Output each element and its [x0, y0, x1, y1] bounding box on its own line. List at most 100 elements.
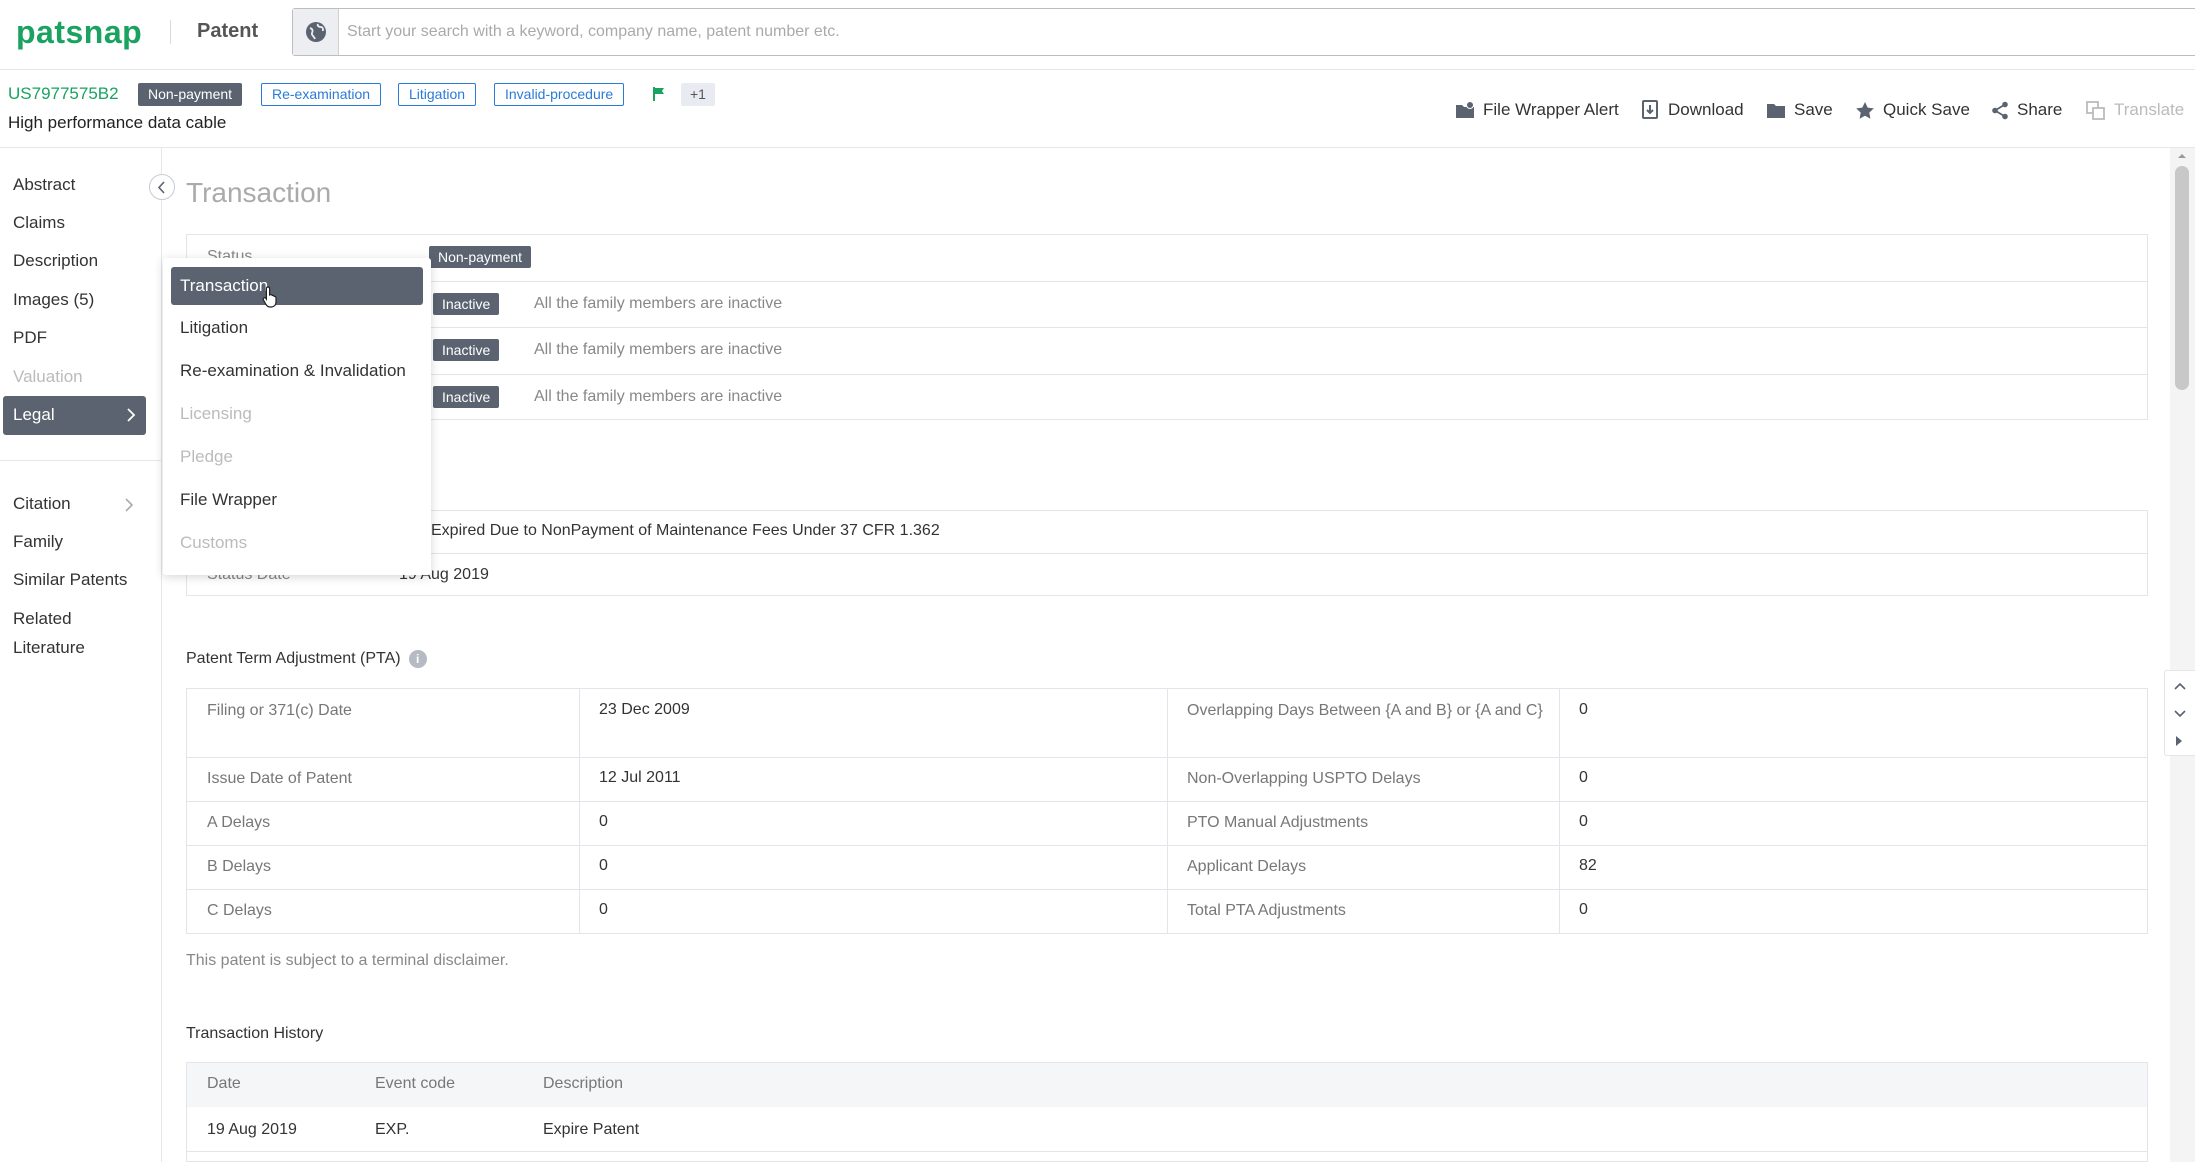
- pta-divider: [187, 845, 2147, 846]
- section-sidebar: Abstract Claims Description Images (5) P…: [0, 148, 162, 1162]
- pta-table: Filing or 371(c) Date 23 Dec 2009 Overla…: [186, 688, 2148, 934]
- status-badge-non-payment[interactable]: Non-payment: [138, 83, 242, 106]
- patent-title: High performance data cable: [8, 113, 226, 133]
- main-content: Transaction Status Non-payment Inactive …: [162, 148, 2162, 1162]
- download-icon: [1642, 100, 1660, 120]
- pta-divider: [1167, 689, 1168, 933]
- menu-item-file-wrapper[interactable]: File Wrapper: [163, 481, 431, 517]
- translate-label: Translate: [2114, 100, 2184, 120]
- pta-value: 0: [1579, 901, 1588, 919]
- sidebar-item-related[interactable]: Related: [13, 609, 72, 629]
- chevron-up-icon[interactable]: [2174, 681, 2186, 691]
- chevron-right-icon[interactable]: [124, 497, 134, 513]
- status-row: Status Non-payment: [187, 235, 2147, 281]
- family-status-row: Inactive All the family members are inac…: [187, 327, 2147, 374]
- top-bar: patsnap Patent: [0, 0, 2195, 70]
- flag-icon[interactable]: [652, 86, 666, 107]
- badge-litigation[interactable]: Litigation: [398, 83, 476, 106]
- uspto-status-table: Expired Due to NonPayment of Maintenance…: [186, 510, 2148, 596]
- menu-item-transaction[interactable]: Transaction: [171, 267, 423, 305]
- patent-header: US7977575B2 Non-payment Re-examination L…: [0, 70, 2195, 148]
- menu-item-pledge[interactable]: Pledge: [163, 438, 431, 474]
- folder-icon: [1766, 102, 1786, 119]
- sidebar-item-description[interactable]: Description: [13, 251, 98, 271]
- info-icon[interactable]: i: [409, 650, 427, 668]
- inactive-text: All the family members are inactive: [534, 388, 782, 406]
- status-value-badge: Non-payment: [429, 246, 531, 268]
- inactive-badge: Inactive: [433, 339, 499, 361]
- menu-item-reexamination-invalidation[interactable]: Re-examination & Invalidation: [163, 352, 431, 388]
- download-label: Download: [1668, 100, 1744, 120]
- page-title: Transaction: [186, 177, 331, 209]
- badge-re-examination[interactable]: Re-examination: [261, 83, 381, 106]
- status-table: Status Non-payment Inactive All the fami…: [186, 234, 2148, 420]
- sidebar-item-citation[interactable]: Citation: [13, 494, 71, 514]
- pta-divider: [1559, 689, 1560, 933]
- terminal-disclaimer-note: This patent is subject to a terminal dis…: [186, 952, 509, 970]
- quick-save-button[interactable]: Quick Save: [1855, 98, 1970, 122]
- patsnap-logo[interactable]: patsnap: [16, 14, 142, 51]
- family-status-row: Inactive All the family members are inac…: [187, 374, 2147, 420]
- sidebar-item-images[interactable]: Images (5): [13, 290, 94, 310]
- patent-number[interactable]: US7977575B2: [8, 84, 119, 104]
- alert-folder-icon: [1455, 101, 1475, 119]
- play-right-icon[interactable]: [2174, 735, 2184, 747]
- download-button[interactable]: Download: [1642, 98, 1744, 122]
- translate-icon: [2086, 101, 2106, 120]
- column-event-code: Event code: [375, 1075, 455, 1093]
- sidebar-item-abstract[interactable]: Abstract: [13, 175, 75, 195]
- menu-item-label: File Wrapper: [180, 490, 277, 510]
- file-wrapper-alert-label: File Wrapper Alert: [1483, 100, 1619, 120]
- pta-title: Patent Term Adjustment (PTA) i: [186, 650, 427, 668]
- scrollbar-thumb[interactable]: [2175, 166, 2189, 390]
- globe-icon[interactable]: [293, 9, 339, 55]
- menu-item-licensing[interactable]: Licensing: [163, 395, 431, 431]
- share-label: Share: [2017, 100, 2062, 120]
- save-button[interactable]: Save: [1766, 98, 1833, 122]
- menu-item-label: Licensing: [180, 404, 252, 424]
- share-button[interactable]: Share: [1991, 98, 2062, 122]
- product-name[interactable]: Patent: [197, 20, 258, 43]
- save-label: Save: [1794, 100, 1833, 120]
- pta-label: Total PTA Adjustments: [1187, 899, 1346, 923]
- sidebar-item-literature[interactable]: Literature: [13, 638, 85, 658]
- page-scrollbar[interactable]: [2170, 148, 2195, 1162]
- menu-item-label: Transaction: [180, 276, 268, 296]
- sidebar-divider: [0, 460, 162, 461]
- table-header: Date Event code Description: [187, 1063, 2147, 1107]
- pta-divider: [187, 757, 2147, 758]
- pta-value: 0: [1579, 813, 1588, 831]
- sidebar-item-legal[interactable]: Legal: [3, 396, 146, 435]
- search-input[interactable]: [347, 9, 2147, 55]
- sidebar-item-similar-patents[interactable]: Similar Patents: [13, 570, 127, 590]
- pta-label: PTO Manual Adjustments: [1187, 811, 1368, 835]
- inactive-text: All the family members are inactive: [534, 341, 782, 359]
- pta-divider: [579, 689, 580, 933]
- pta-value: 0: [1579, 769, 1588, 787]
- pta-label: Overlapping Days Between {A and B} or {A…: [1187, 699, 1547, 723]
- menu-item-customs[interactable]: Customs: [163, 524, 431, 560]
- scroll-up-arrow-icon[interactable]: [2177, 152, 2187, 159]
- sidebar-item-family[interactable]: Family: [13, 532, 63, 552]
- sidebar-item-claims[interactable]: Claims: [13, 213, 65, 233]
- chevron-down-icon[interactable]: [2174, 709, 2186, 719]
- chevron-right-icon: [126, 407, 136, 423]
- transaction-history-title: Transaction History: [186, 1025, 323, 1043]
- pta-label: Filing or 371(c) Date: [207, 699, 352, 723]
- star-icon: [1855, 101, 1875, 120]
- pta-title-text: Patent Term Adjustment (PTA): [186, 650, 401, 667]
- sidebar-item-pdf[interactable]: PDF: [13, 328, 47, 348]
- quick-save-label: Quick Save: [1883, 100, 1970, 120]
- row-date: 19 Aug 2019: [207, 1121, 297, 1139]
- patent-page: patsnap Patent US7977575B2 Non-payment R…: [0, 0, 2195, 1162]
- translate-button[interactable]: Translate: [2086, 98, 2184, 122]
- pta-label: A Delays: [207, 811, 270, 835]
- sidebar-item-valuation[interactable]: Valuation: [13, 367, 83, 387]
- menu-item-litigation[interactable]: Litigation: [163, 309, 431, 345]
- file-wrapper-alert-button[interactable]: File Wrapper Alert: [1455, 98, 1619, 122]
- pta-label: C Delays: [207, 899, 272, 923]
- inactive-text: All the family members are inactive: [534, 295, 782, 313]
- badge-invalid-procedure[interactable]: Invalid-procedure: [494, 83, 624, 106]
- more-badges-count[interactable]: +1: [681, 83, 715, 106]
- logo-divider: [170, 20, 171, 44]
